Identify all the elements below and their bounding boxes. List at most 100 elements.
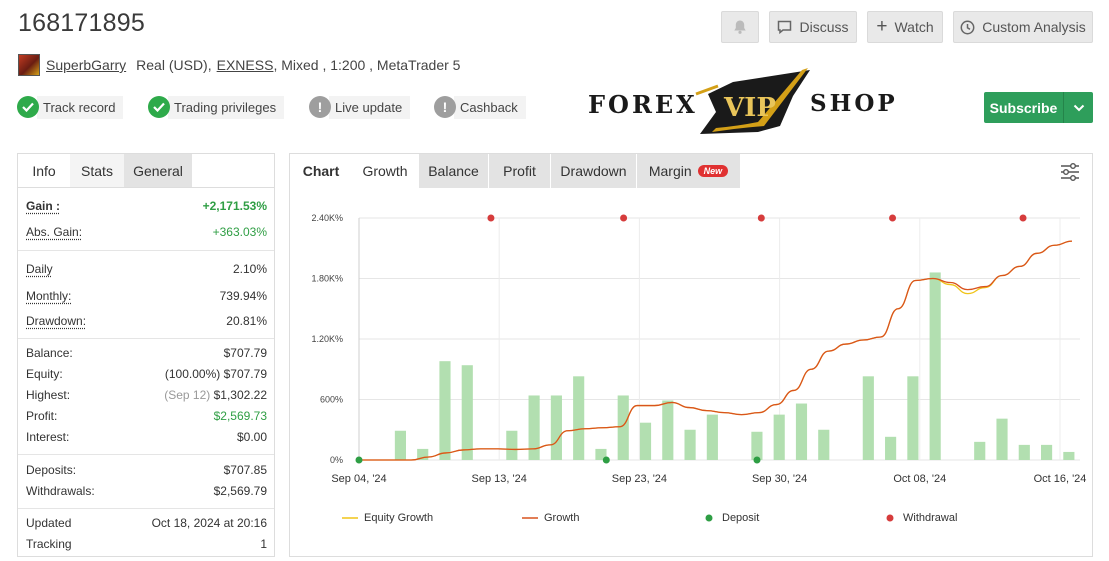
tab-stats[interactable]: Stats	[70, 154, 124, 187]
deposit-marker	[753, 456, 761, 464]
legend-growth[interactable]: Growth	[522, 512, 579, 524]
logo-left-text: FOREX	[588, 90, 698, 119]
legend-dot-icon	[705, 514, 713, 522]
stat-balance: Balance: $707.79	[26, 346, 267, 360]
stat-label[interactable]: Drawdown:	[26, 314, 86, 328]
watch-button[interactable]: + Watch	[867, 11, 943, 43]
avatar[interactable]	[18, 54, 40, 76]
discuss-button[interactable]: Discuss	[769, 11, 857, 43]
tab-info[interactable]: Info	[18, 154, 70, 187]
stat-updated: Updated Oct 18, 2024 at 20:16	[26, 516, 267, 530]
y-tick-label: 600%	[320, 395, 343, 405]
tab-drawdown[interactable]: Drawdown	[550, 154, 636, 188]
bar	[617, 395, 629, 460]
bar	[818, 429, 830, 460]
stat-label[interactable]: Gain :	[26, 199, 60, 213]
withdrawal-marker	[487, 214, 495, 222]
logo-center-text: VIP	[723, 93, 776, 123]
stat-value: $2,569.79	[213, 484, 267, 498]
logo-right-text: SHOP	[810, 90, 898, 117]
x-tick-label: Sep 30, '24	[752, 473, 807, 485]
x-tick-label: Oct 08, '24	[893, 473, 946, 485]
custom-analysis-button[interactable]: Custom Analysis	[953, 11, 1093, 43]
discuss-label: Discuss	[799, 19, 849, 35]
stat-drawdown: Drawdown: 20.81%	[26, 314, 267, 328]
stat-monthly: Monthly: 739.94%	[26, 289, 267, 303]
check-icon	[17, 96, 39, 118]
stat-label[interactable]: Monthly:	[26, 289, 71, 303]
tab-growth[interactable]: Growth	[352, 154, 418, 188]
stat-daily: Daily 2.10%	[26, 262, 267, 276]
legend-equity-growth[interactable]: Equity Growth	[342, 512, 433, 524]
bar	[974, 441, 986, 460]
stat-label[interactable]: Daily	[26, 262, 53, 276]
legend-deposit[interactable]: Deposit	[705, 512, 759, 524]
exclamation-icon: !	[434, 96, 456, 118]
badge-live-update[interactable]: ! Live update	[309, 95, 411, 119]
comment-icon	[778, 20, 792, 34]
x-tick-label: Sep 23, '24	[612, 473, 667, 485]
chart-panel: Chart Growth Balance Profit Drawdown Mar…	[289, 153, 1093, 557]
badge-label: Track record	[37, 95, 124, 119]
stat-value: $707.79	[223, 367, 267, 381]
y-tick-label: 0%	[330, 455, 343, 465]
stat-value: $2,569.73	[213, 409, 267, 423]
broker-link[interactable]: EXNESS	[217, 57, 274, 73]
stat-label[interactable]: Abs. Gain:	[26, 225, 82, 239]
badge-cashback[interactable]: ! Cashback	[434, 95, 526, 119]
subscribe-button[interactable]: Subscribe	[984, 92, 1093, 123]
bar	[706, 414, 718, 460]
stat-label: Withdrawals:	[26, 484, 95, 498]
stat-label: Highest:	[26, 388, 71, 402]
badge-track-record[interactable]: Track record	[17, 95, 124, 119]
x-tick-label: Sep 04, '24	[331, 473, 386, 485]
growth-chart: 0% 600% 1.20K% 1.80K% 2.40K% Sep 04, '24 Sep 1…	[311, 213, 1087, 485]
stat-withdrawals: Withdrawals: $2,569.79	[26, 484, 267, 498]
bar	[751, 431, 763, 460]
deposit-marker	[355, 456, 363, 464]
settings-sliders-icon[interactable]	[1060, 163, 1080, 181]
bar	[907, 376, 919, 460]
legend-label: Deposit	[722, 512, 760, 524]
bar	[573, 376, 585, 460]
bar	[550, 395, 562, 460]
legend-line-icon	[522, 517, 538, 519]
stat-value: Oct 18, 2024 at 20:16	[151, 516, 267, 530]
clock-icon	[960, 20, 975, 34]
subscribe-label: Subscribe	[989, 99, 1058, 116]
withdrawal-marker	[1019, 214, 1027, 222]
withdrawal-marker	[889, 214, 897, 222]
owner-link[interactable]: SuperbGarry	[46, 57, 126, 73]
tab-general[interactable]: General	[124, 154, 192, 187]
tab-balance[interactable]: Balance	[418, 154, 488, 188]
chart-tabs: Chart Growth Balance Profit Drawdown Mar…	[290, 154, 740, 188]
bar	[1018, 444, 1030, 460]
exclamation-icon: !	[309, 96, 331, 118]
stat-value: $0.00	[236, 430, 267, 444]
y-tick-label: 2.40K%	[311, 213, 343, 223]
stat-gain: Gain : +2,171.53%	[26, 199, 267, 213]
badge-label: Live update	[329, 95, 411, 119]
divider	[18, 250, 274, 251]
stat-deposits: Deposits: $707.85	[26, 463, 267, 477]
tab-margin-label: Margin	[648, 163, 692, 179]
stat-value: 1	[260, 537, 267, 551]
legend-withdrawal[interactable]: Withdrawal	[886, 512, 957, 524]
tab-margin[interactable]: Margin New	[636, 154, 740, 188]
bar	[684, 429, 696, 460]
alert-button[interactable]	[721, 11, 759, 43]
divider	[18, 454, 274, 455]
legend-dot-icon	[886, 514, 894, 522]
bar	[662, 400, 674, 460]
bar	[506, 430, 518, 460]
tab-profit[interactable]: Profit	[488, 154, 550, 188]
chevron-down-icon[interactable]	[1063, 92, 1093, 123]
bar	[439, 361, 451, 460]
account-details: , Mixed , 1:200 , MetaTrader 5	[273, 57, 461, 73]
badge-trading-privileges[interactable]: Trading privileges	[148, 95, 285, 119]
stat-interest: Interest: $0.00	[26, 430, 267, 444]
x-tick-label: Oct 16, '24	[1034, 473, 1087, 485]
divider	[18, 338, 274, 339]
bar	[773, 414, 785, 460]
stat-label: Updated	[26, 516, 72, 530]
